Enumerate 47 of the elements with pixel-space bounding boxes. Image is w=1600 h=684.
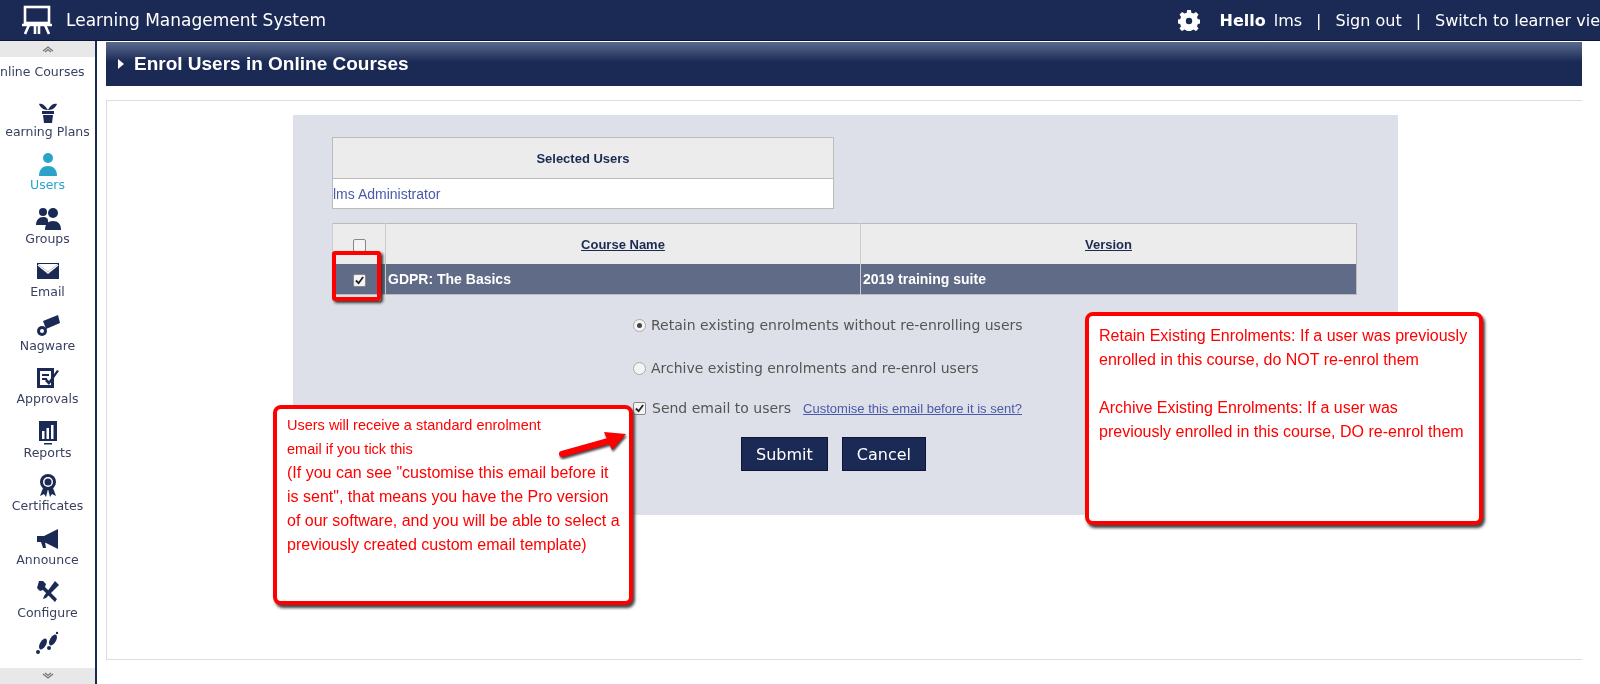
separator: | — [1415, 10, 1422, 30]
triangle-right-icon[interactable] — [118, 59, 124, 69]
column-header[interactable]: Version — [1085, 236, 1132, 252]
checkbox[interactable] — [352, 273, 366, 287]
sidebar-item[interactable]: Email — [30, 284, 65, 299]
header-link[interactable]: Switch to learner vie — [1435, 10, 1600, 30]
chevron-down-icon[interactable] — [41, 672, 54, 680]
sidebar-item[interactable]: Reports — [23, 444, 72, 460]
table-cell: 2019 training suite — [860, 264, 1357, 295]
presentation-board-icon — [20, 5, 54, 35]
separator: | — [1316, 10, 1322, 30]
header-link[interactable]: Sign out — [1335, 10, 1402, 30]
callout-text: Users will receive a standard enrolment email if you tick this — [287, 416, 542, 459]
callout-text: Archive Existing Enrolments: If a user was previously enrolled in this course, DO re-enrol them — [1099, 398, 1465, 442]
form-button[interactable]: Cancel — [841, 437, 926, 471]
sidebar-item[interactable]: Groups — [25, 230, 70, 246]
option-label: Archive existing enrolments and re-enrol users — [651, 360, 979, 376]
table-cell: lms Administrator — [332, 178, 834, 209]
customise-email-link[interactable]: Customise this email before it is sent? — [803, 400, 1023, 416]
footprints-icon — [34, 630, 61, 656]
greeting: Hello — [1219, 10, 1266, 30]
checkbox[interactable] — [633, 401, 646, 415]
settings-icon[interactable] — [1177, 9, 1200, 31]
select-all-checkbox[interactable] — [352, 238, 366, 252]
option-label: Send email to users — [652, 400, 792, 416]
sidebar-item[interactable]: Configure — [17, 605, 78, 620]
sidebar-item[interactable]: Approvals — [16, 391, 79, 406]
page-title: Enrol Users in Online Courses — [134, 53, 409, 75]
highlight-box — [332, 251, 381, 301]
sidebar-item[interactable]: Nagware — [19, 337, 76, 353]
app-title: Learning Management System — [66, 10, 326, 30]
option-label: Retain existing enrolments without re-enrolling users — [651, 317, 1023, 333]
sidebar-item[interactable]: nline Courses — [0, 63, 85, 79]
column-header: Selected Users — [332, 137, 834, 179]
sidebar-item[interactable]: Announce — [16, 551, 79, 567]
radio-button[interactable] — [633, 361, 646, 375]
sidebar-item[interactable]: earning Plans — [5, 123, 90, 139]
radio-button[interactable] — [633, 318, 646, 332]
chevron-up-icon[interactable] — [41, 45, 54, 53]
checklist-icon — [34, 365, 61, 391]
sidebar-item[interactable]: Certificates — [11, 498, 84, 513]
column-header[interactable]: Course Name — [581, 236, 665, 252]
form-button[interactable]: Submit — [741, 437, 828, 471]
user-name: lms — [1273, 10, 1303, 30]
callout-text: (If you can see "customise this email before it is sent", that means you have the Pro version of our software, and you will be able to select a previously created custom email template) — [287, 463, 621, 555]
table-cell: GDPR: The Basics — [385, 264, 861, 295]
callout-text: Retain Existing Enrolments: If a user was previously enrolled in this course, do NOT re-enrol them — [1099, 326, 1469, 370]
